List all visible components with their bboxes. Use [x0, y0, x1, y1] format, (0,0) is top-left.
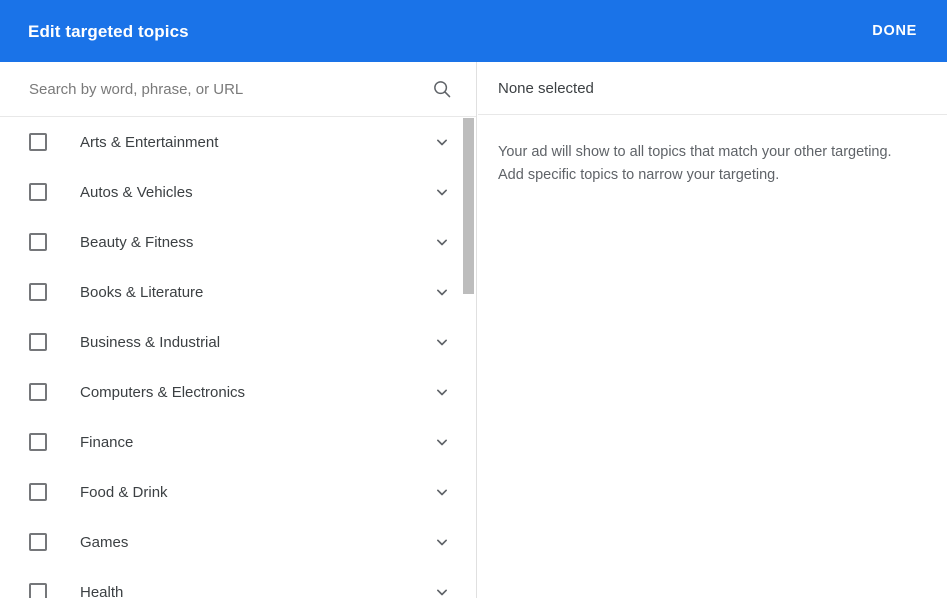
topic-row[interactable]: Arts & Entertainment: [0, 117, 476, 167]
topic-label: Computers & Electronics: [80, 383, 246, 401]
chevron-down-icon[interactable]: [430, 230, 454, 254]
topic-list[interactable]: Arts & Entertainment Autos & Vehicles Be…: [0, 117, 476, 598]
topic-label: Beauty & Fitness: [80, 233, 194, 251]
search-input[interactable]: [29, 80, 430, 98]
topic-row[interactable]: Business & Industrial: [0, 317, 476, 367]
topic-browser-pane: Arts & Entertainment Autos & Vehicles: [0, 62, 477, 598]
topic-label: Health: [80, 583, 124, 598]
topic-row[interactable]: Beauty & Fitness: [0, 217, 476, 267]
topic-checkbox[interactable]: [29, 133, 47, 151]
topic-row[interactable]: Health: [0, 567, 476, 598]
dialog-body: Arts & Entertainment Autos & Vehicles: [0, 62, 947, 598]
chevron-down-icon[interactable]: [430, 130, 454, 154]
topic-label: Food & Drink: [80, 483, 168, 501]
topic-checkbox[interactable]: [29, 483, 47, 501]
topic-label: Autos & Vehicles: [80, 183, 193, 201]
search-bar: [0, 62, 476, 117]
edit-targeted-topics-dialog: Edit targeted topics DONE Arts & En: [0, 0, 947, 598]
topic-row[interactable]: Computers & Electronics: [0, 367, 476, 417]
topic-label: Books & Literature: [80, 283, 204, 301]
topic-checkbox[interactable]: [29, 533, 47, 551]
topic-row[interactable]: Games: [0, 517, 476, 567]
dialog-header: Edit targeted topics DONE: [0, 0, 947, 62]
chevron-down-icon[interactable]: [430, 530, 454, 554]
selection-summary-header: None selected: [478, 62, 947, 115]
search-icon[interactable]: [430, 77, 454, 101]
chevron-down-icon[interactable]: [430, 180, 454, 204]
chevron-down-icon[interactable]: [430, 480, 454, 504]
topic-row[interactable]: Books & Literature: [0, 267, 476, 317]
topic-row[interactable]: Autos & Vehicles: [0, 167, 476, 217]
topic-checkbox[interactable]: [29, 433, 47, 451]
topic-checkbox[interactable]: [29, 333, 47, 351]
topic-list-scrollbar[interactable]: [463, 117, 475, 598]
selection-summary-text: None selected: [498, 79, 594, 97]
topic-row[interactable]: Finance: [0, 417, 476, 467]
chevron-down-icon[interactable]: [430, 430, 454, 454]
topic-checkbox[interactable]: [29, 283, 47, 301]
topic-row[interactable]: Food & Drink: [0, 467, 476, 517]
targeting-hint-text: Your ad will show to all topics that mat…: [498, 144, 892, 183]
targeting-hint: Your ad will show to all topics that mat…: [478, 115, 947, 187]
dialog-title: Edit targeted topics: [28, 21, 189, 41]
topic-checkbox[interactable]: [29, 583, 47, 598]
topic-label: Arts & Entertainment: [80, 133, 219, 151]
topic-label: Finance: [80, 433, 134, 451]
selection-details-pane: None selected Your ad will show to all t…: [478, 62, 947, 598]
topic-checkbox[interactable]: [29, 183, 47, 201]
scrollbar-thumb[interactable]: [463, 118, 474, 294]
topic-checkbox[interactable]: [29, 233, 47, 251]
chevron-down-icon[interactable]: [430, 280, 454, 304]
topic-checkbox[interactable]: [29, 383, 47, 401]
topic-label: Games: [80, 533, 129, 551]
chevron-down-icon[interactable]: [430, 330, 454, 354]
chevron-down-icon[interactable]: [430, 380, 454, 404]
done-button[interactable]: DONE: [866, 15, 923, 47]
chevron-down-icon[interactable]: [430, 580, 454, 598]
topic-label: Business & Industrial: [80, 333, 221, 351]
